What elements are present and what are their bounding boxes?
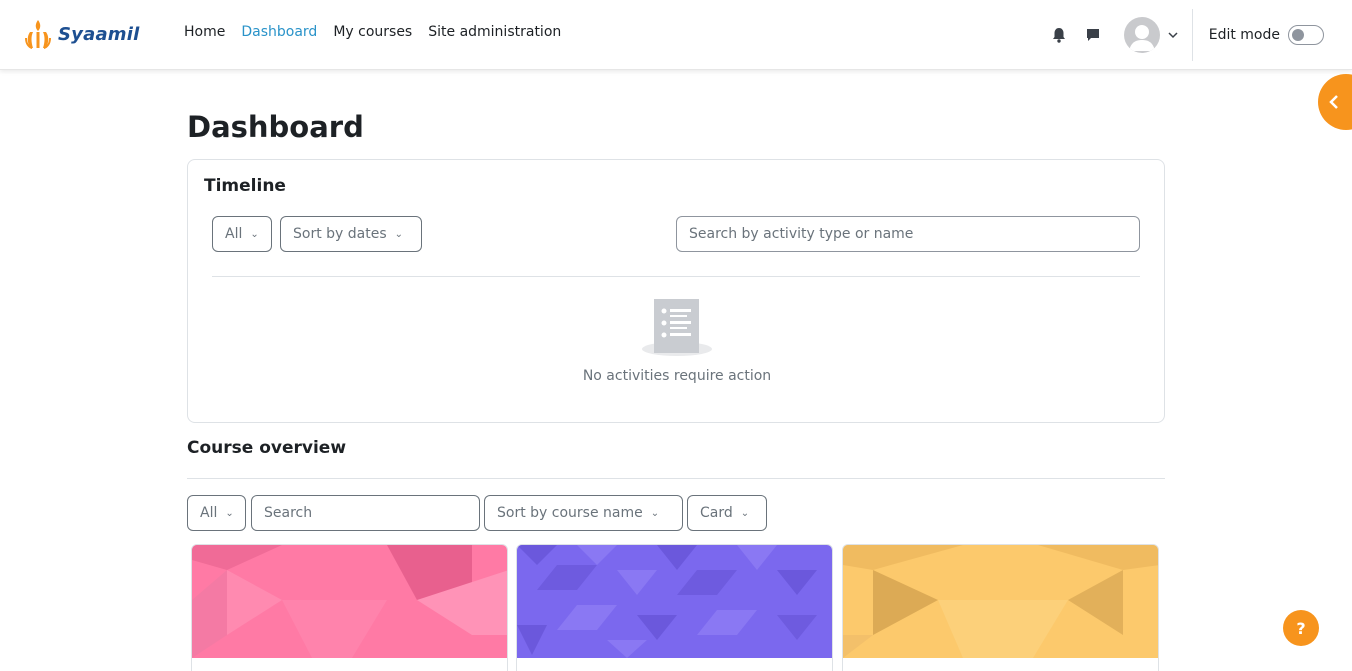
timeline-block: Timeline All ⌄ Sort by dates ⌄ Search by… (187, 159, 1165, 423)
course-sort-dropdown[interactable]: Sort by course name ⌄ (484, 495, 683, 531)
course-card[interactable] (516, 544, 833, 671)
user-navigation: Edit mode (1042, 0, 1352, 70)
chevron-down-icon: ⌄ (740, 507, 750, 519)
chevron-down-icon: ⌄ (225, 507, 234, 519)
chevron-left-icon (1329, 95, 1338, 109)
notifications-button[interactable] (1042, 18, 1076, 52)
empty-list-icon (642, 299, 712, 356)
bell-icon (1052, 28, 1065, 43)
top-navbar: Syaamil Home Dashboard My courses Site a… (0, 0, 1352, 70)
timeline-filter-label: All (225, 226, 243, 242)
avatar (1123, 17, 1160, 53)
chevron-down-icon: ⌄ (250, 228, 259, 240)
timeline-empty-message: No activities require action (582, 368, 772, 384)
help-button[interactable]: ? (1283, 610, 1319, 646)
course-image-yellow (843, 545, 1158, 658)
course-view-dropdown[interactable]: Card ⌄ (687, 495, 767, 531)
course-filter-label: All (200, 505, 218, 521)
nav-dashboard[interactable]: Dashboard (241, 24, 317, 40)
edit-mode-label: Edit mode (1208, 27, 1280, 43)
timeline-divider (212, 276, 1140, 277)
help-label: ? (1296, 618, 1306, 638)
course-card[interactable] (842, 544, 1159, 671)
course-search-input[interactable]: Search (251, 495, 480, 531)
edit-mode-toggle[interactable] (1288, 25, 1324, 45)
course-filter-dropdown[interactable]: All ⌄ (187, 495, 246, 531)
syaamil-logo-icon (25, 20, 51, 49)
chat-icon (1086, 29, 1099, 41)
timeline-sort-dropdown[interactable]: Sort by dates ⌄ (280, 216, 422, 252)
user-silhouette-icon (1128, 25, 1155, 51)
course-overview-title: Course overview (187, 438, 347, 458)
chevron-down-icon (1168, 32, 1178, 39)
course-image-pink (192, 545, 507, 658)
course-image-purple (517, 545, 832, 658)
chevron-down-icon: ⌄ (650, 507, 660, 519)
site-logo[interactable]: Syaamil (24, 17, 140, 51)
brand-name: Syaamil (58, 23, 140, 45)
course-card[interactable] (191, 544, 508, 671)
user-menu-toggle[interactable] (1123, 17, 1178, 53)
timeline-search-placeholder: Search by activity type or name (689, 226, 914, 242)
course-overview-divider (187, 478, 1165, 479)
timeline-title: Timeline (204, 176, 286, 196)
primary-navigation: Home Dashboard My courses Site administr… (176, 24, 569, 40)
timeline-filter-dropdown[interactable]: All ⌄ (212, 216, 272, 252)
chevron-down-icon: ⌄ (394, 228, 404, 240)
block-drawer-toggle[interactable] (1318, 74, 1352, 130)
nav-home[interactable]: Home (184, 24, 225, 40)
navbar-divider (1191, 9, 1193, 61)
messages-button[interactable] (1076, 18, 1110, 52)
timeline-search-input[interactable]: Search by activity type or name (676, 216, 1140, 252)
course-search-placeholder: Search (264, 505, 313, 521)
course-view-label: Card (700, 505, 733, 521)
nav-site-administration[interactable]: Site administration (428, 24, 561, 40)
timeline-sort-label: Sort by dates (293, 226, 387, 242)
nav-my-courses[interactable]: My courses (333, 24, 412, 40)
course-sort-label: Sort by course name (497, 505, 643, 521)
page-title: Dashboard (187, 110, 364, 144)
